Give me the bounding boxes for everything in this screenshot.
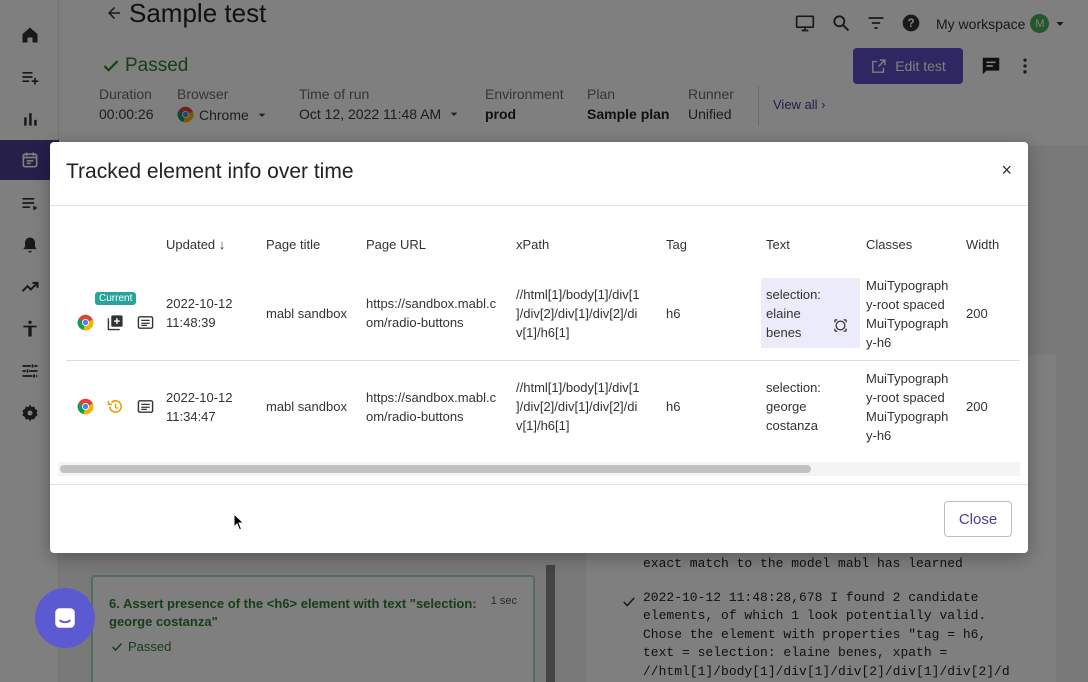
divider: [50, 205, 1028, 206]
column-header-tag: Tag: [666, 237, 687, 252]
cell-page-url: https://sandbox.mabl.c om/radio-buttons: [366, 296, 497, 330]
chrome-icon: [77, 398, 94, 415]
cell-tag: h6: [666, 399, 681, 414]
column-header-page-title: Page title: [266, 237, 321, 252]
highlight-element-icon[interactable]: [833, 318, 848, 333]
column-header-updated[interactable]: Updated ↓: [166, 237, 225, 252]
cell-text: selection: elaine benes: [766, 287, 821, 340]
cell-updated: 2022-10-12 11:34:47: [166, 390, 233, 424]
chat-launcher-button[interactable]: [35, 588, 95, 648]
column-header-page-url: Page URL: [366, 237, 426, 252]
cell-text: selection: george costanza: [766, 380, 821, 433]
close-icon[interactable]: ×: [1001, 160, 1012, 181]
cell-xpath: //html[1]/body[1]/div[1]/div[2]/div[1]/d…: [516, 380, 640, 433]
cell-page-url: https://sandbox.mabl.c om/radio-buttons: [366, 390, 497, 424]
modal-title: Tracked element info over time: [66, 160, 354, 183]
tracked-element-modal: Tracked element info over time × Updated…: [50, 142, 1028, 553]
cell-updated: 2022-10-12 11:48:39: [166, 296, 233, 330]
close-button[interactable]: Close: [944, 501, 1012, 537]
column-header-classes: Classes: [866, 237, 913, 252]
chat-icon: [55, 608, 75, 628]
cell-page-title: mabl sandbox: [266, 306, 347, 321]
current-badge: Current: [95, 292, 137, 305]
cell-xpath: //html[1]/body[1]/div[1]/div[2]/div[1]/d…: [516, 287, 640, 340]
cell-tag: h6: [666, 306, 681, 321]
column-header-xpath: xPath: [516, 237, 550, 252]
chrome-icon: [77, 314, 94, 331]
history-icon[interactable]: [107, 398, 124, 415]
cell-classes: MuiTypograph y-root spaced MuiTypograph y-h…: [866, 371, 949, 443]
cell-width: 200: [966, 306, 988, 321]
row-divider: [66, 360, 1020, 361]
details-icon[interactable]: [137, 314, 154, 331]
cell-page-title: mabl sandbox: [266, 399, 347, 414]
sort-arrow-icon: ↓: [218, 237, 226, 252]
add-to-library-icon[interactable]: [107, 314, 124, 331]
divider: [50, 484, 1028, 485]
details-icon[interactable]: [137, 398, 154, 415]
table-scrollbar-thumb[interactable]: [60, 465, 811, 473]
mouse-cursor-icon: [233, 513, 245, 531]
column-header-width: Width: [966, 237, 1000, 252]
cell-classes: MuiTypograph y-root spaced MuiTypograph y-h…: [866, 278, 949, 350]
column-header-text: Text: [766, 237, 790, 252]
cell-width: 200: [966, 399, 988, 414]
